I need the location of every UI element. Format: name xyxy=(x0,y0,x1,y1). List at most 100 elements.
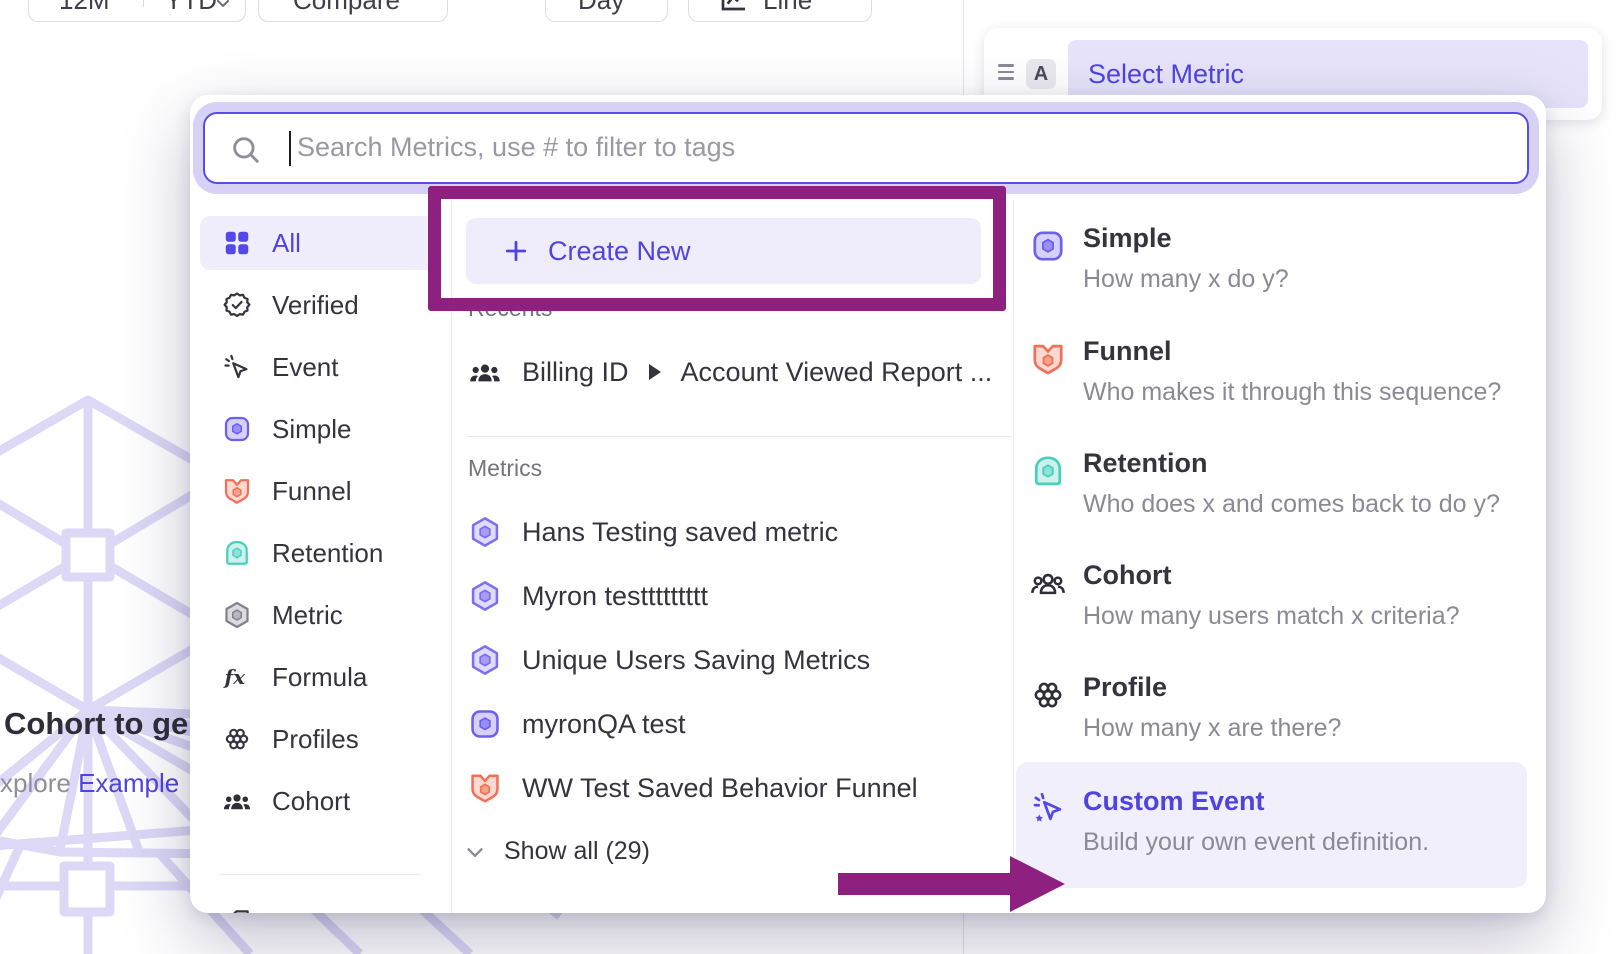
create-new-button[interactable]: Create New xyxy=(466,218,981,284)
sidebar-item-metric[interactable]: Metric xyxy=(200,588,440,642)
category-cohort[interactable]: Cohort How many users match x criteria? xyxy=(1016,560,1527,650)
compare-button[interactable]: Compare xyxy=(258,0,448,22)
category-description: How many users match x criteria? xyxy=(1083,602,1460,631)
recent-item-secondary: Account Viewed Report ... xyxy=(681,357,993,388)
metric-icon xyxy=(468,579,502,613)
text-cursor xyxy=(289,131,291,166)
event-icon xyxy=(222,352,252,382)
metric-list-item[interactable]: Myron testtttttttt xyxy=(468,574,708,618)
grid-icon xyxy=(222,228,252,258)
category-title: Retention xyxy=(1083,448,1208,479)
metric-list-item[interactable]: WW Test Saved Behavior Funnel xyxy=(468,766,918,810)
sidebar-item-tags[interactable]: Tags xyxy=(200,895,440,913)
chevron-down-icon xyxy=(213,0,233,13)
empty-state-headline: Cohort to ge xyxy=(4,706,188,742)
sidebar-label: Simple xyxy=(272,414,351,445)
sidebar-label: Funnel xyxy=(272,476,352,507)
sidebar-item-event[interactable]: Event xyxy=(200,340,440,394)
compare-label: Compare xyxy=(293,0,400,16)
sidebar-item-cohort[interactable]: Cohort xyxy=(200,774,440,828)
line-chart-icon xyxy=(717,0,749,15)
custom-event-icon xyxy=(1030,791,1066,827)
show-all-label: Show all (29) xyxy=(504,837,650,866)
simple-icon xyxy=(468,707,502,741)
funnel-icon xyxy=(222,476,252,506)
sidebar-label: Retention xyxy=(272,538,383,569)
cohort-icon xyxy=(1030,565,1066,601)
plus-icon xyxy=(502,237,530,265)
sidebar-label: Metric xyxy=(272,600,343,631)
search-icon xyxy=(229,133,263,167)
profile-icon xyxy=(1030,677,1066,713)
category-title: Funnel xyxy=(1083,336,1172,367)
metric-item-label: Myron testtttttttt xyxy=(522,581,708,612)
category-profile[interactable]: Profile How many x are there? xyxy=(1016,672,1527,762)
range-ytd-button[interactable]: YTD xyxy=(165,0,217,16)
metric-item-label: WW Test Saved Behavior Funnel xyxy=(522,773,918,804)
formula-icon: fx xyxy=(222,662,252,692)
sidebar-item-verified[interactable]: Verified xyxy=(200,278,440,332)
metric-icon xyxy=(468,515,502,549)
sidebar-item-funnel[interactable]: Funnel xyxy=(200,464,440,518)
category-title: Simple xyxy=(1083,223,1172,254)
category-description: Build your own event definition. xyxy=(1083,828,1429,857)
create-new-label: Create New xyxy=(548,236,691,267)
category-description: Who does x and comes back to do y? xyxy=(1083,490,1500,519)
metric-item-label: myronQA test xyxy=(522,709,686,740)
recents-section-label: Recents xyxy=(468,295,552,322)
category-title: Custom Event xyxy=(1083,786,1265,817)
verified-icon xyxy=(222,290,252,320)
date-range-segmented-control[interactable]: 12M YTD xyxy=(28,0,246,22)
chevron-down-icon xyxy=(462,839,488,865)
metric-icon xyxy=(468,643,502,677)
funnel-icon xyxy=(468,771,502,805)
category-title: Cohort xyxy=(1083,560,1171,591)
series-badge: A xyxy=(1026,59,1056,89)
sidebar-item-formula[interactable]: fx Formula xyxy=(200,650,440,704)
sidebar-label: Cohort xyxy=(272,786,350,817)
metric-list-item[interactable]: Hans Testing saved metric xyxy=(468,510,838,554)
category-retention[interactable]: Retention Who does x and comes back to d… xyxy=(1016,448,1527,538)
svg-text:fx: fx xyxy=(223,665,247,689)
category-simple[interactable]: Simple How many x do y? xyxy=(1016,223,1527,313)
annotation-arrow xyxy=(838,873,1012,895)
example-link[interactable]: Example xyxy=(78,768,179,798)
metric-list-item[interactable]: Unique Users Saving Metrics xyxy=(468,638,870,682)
granularity-label: Day xyxy=(578,0,624,16)
simple-icon xyxy=(1030,228,1066,264)
metric-icon xyxy=(222,600,252,630)
category-custom-event[interactable]: Custom Event Build your own event defini… xyxy=(1016,762,1527,888)
recent-item[interactable]: Billing ID Account Viewed Report ... xyxy=(468,350,992,394)
metrics-section-label: Metrics xyxy=(468,455,542,482)
metric-item-label: Unique Users Saving Metrics xyxy=(522,645,870,676)
category-description: How many x are there? xyxy=(1083,714,1341,743)
chart-type-label: Line xyxy=(763,0,812,16)
range-12m-button[interactable]: 12M xyxy=(59,0,110,16)
metric-picker-panel: All Verified Event Simple Funnel Retenti… xyxy=(190,95,1546,913)
sidebar-item-all[interactable]: All xyxy=(200,216,440,270)
drag-handle-icon[interactable] xyxy=(998,64,1014,84)
tag-icon xyxy=(222,907,252,913)
metric-list-item[interactable]: myronQA test xyxy=(468,702,686,746)
search-input[interactable] xyxy=(297,114,1497,181)
sidebar-item-retention[interactable]: Retention xyxy=(200,526,440,580)
search-box xyxy=(203,112,1529,184)
empty-state-subtext: xplore Example xyxy=(0,768,179,799)
recent-item-primary: Billing ID xyxy=(522,357,629,388)
column-divider xyxy=(1013,200,1014,913)
sidebar-item-profiles[interactable]: Profiles xyxy=(200,712,440,766)
cohort-icon xyxy=(222,786,252,816)
column-divider xyxy=(451,200,452,913)
chart-type-button[interactable]: Line xyxy=(688,0,872,22)
sidebar-label: Formula xyxy=(272,662,367,693)
retention-icon xyxy=(1030,453,1066,489)
sidebar-divider xyxy=(220,874,420,875)
profiles-icon xyxy=(222,724,252,754)
sidebar-label: Verified xyxy=(272,290,359,321)
granularity-button[interactable]: Day xyxy=(545,0,668,22)
show-all-toggle[interactable]: Show all (29) xyxy=(462,837,650,866)
category-description: How many x do y? xyxy=(1083,265,1289,294)
sidebar-item-simple[interactable]: Simple xyxy=(200,402,440,456)
annotation-arrow-head xyxy=(1010,856,1065,912)
category-funnel[interactable]: Funnel Who makes it through this sequenc… xyxy=(1016,336,1527,426)
